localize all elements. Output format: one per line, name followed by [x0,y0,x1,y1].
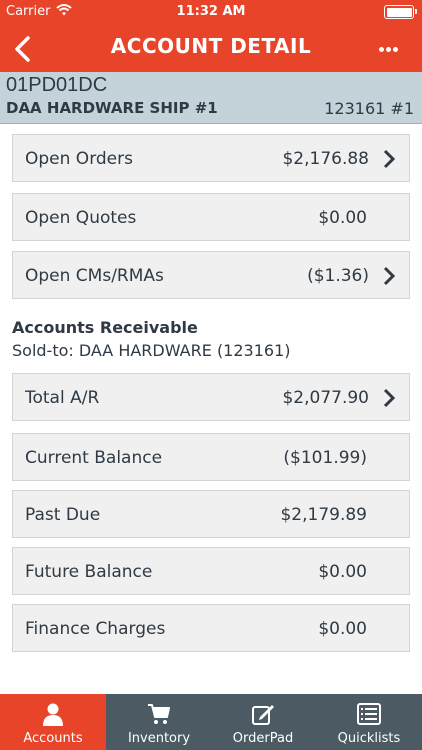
tab-label: Accounts [23,731,83,746]
tab-label: OrderPad [232,731,294,746]
row-value: $2,179.89 [280,505,367,525]
tab-label: Quicklists [337,731,401,746]
row-value: $0.00 [318,208,367,228]
account-number: 123161 #1 [324,99,414,118]
tab-quicklists[interactable]: Quicklists [316,694,422,750]
row-value: $0.00 [318,562,367,582]
open-cms-rmas-row[interactable]: Open CMs/RMAs ($1.36) [12,251,410,299]
finance-charges-row: Finance Charges $0.00 [12,604,410,652]
row-label: Open CMs/RMAs [25,266,164,286]
row-label: Total A/R [25,388,100,408]
sold-to-label: Sold-to: DAA HARDWARE (123161) [12,341,291,360]
future-balance-row: Future Balance $0.00 [12,547,410,595]
tab-inventory[interactable]: Inventory [106,694,212,750]
row-label: Current Balance [25,448,163,468]
header-bar: Carrier 11:32 AM ACCOUNT DETAIL [0,0,422,72]
row-label: Finance Charges [25,619,166,639]
battery-icon [384,5,417,19]
more-button[interactable] [377,44,398,55]
tab-orderpad[interactable]: OrderPad [210,694,316,750]
row-value: $2,077.90 [282,388,369,408]
status-time: 11:32 AM [176,4,246,19]
open-quotes-row: Open Quotes $0.00 [12,193,410,241]
row-label: Open Quotes [25,208,137,228]
chevron-right-icon [383,266,396,286]
tab-bar: Accounts Inventory OrderPad Quicklists [0,694,422,750]
cart-icon [148,704,170,724]
account-code: 01PD01DC [6,74,108,96]
chevron-right-icon [383,149,396,169]
row-value: $2,176.88 [282,149,369,169]
row-value: ($101.99) [283,448,367,468]
more-dots-icon [379,47,384,52]
account-name: DAA HARDWARE SHIP #1 [6,99,218,117]
row-value: ($1.36) [307,266,369,286]
total-ar-row[interactable]: Total A/R $2,077.90 [12,373,410,421]
account-header: 01PD01DC DAA HARDWARE SHIP #1 123161 #1 [0,72,422,124]
row-label: Open Orders [25,149,133,169]
status-bar: Carrier 11:32 AM [0,0,422,24]
tab-label: Inventory [127,731,191,746]
chevron-right-icon [383,388,396,408]
list-icon [357,703,381,725]
tab-accounts[interactable]: Accounts [0,694,106,750]
current-balance-row: Current Balance ($101.99) [12,433,410,481]
page-title: ACCOUNT DETAIL [110,34,312,58]
open-orders-row[interactable]: Open Orders $2,176.88 [12,134,410,182]
person-icon [43,703,63,726]
edit-icon [252,705,274,725]
past-due-row: Past Due $2,179.89 [12,490,410,538]
receivable-heading: Accounts Receivable [12,318,198,337]
row-value: $0.00 [318,619,367,639]
row-label: Past Due [25,505,101,525]
row-label: Future Balance [25,562,153,582]
